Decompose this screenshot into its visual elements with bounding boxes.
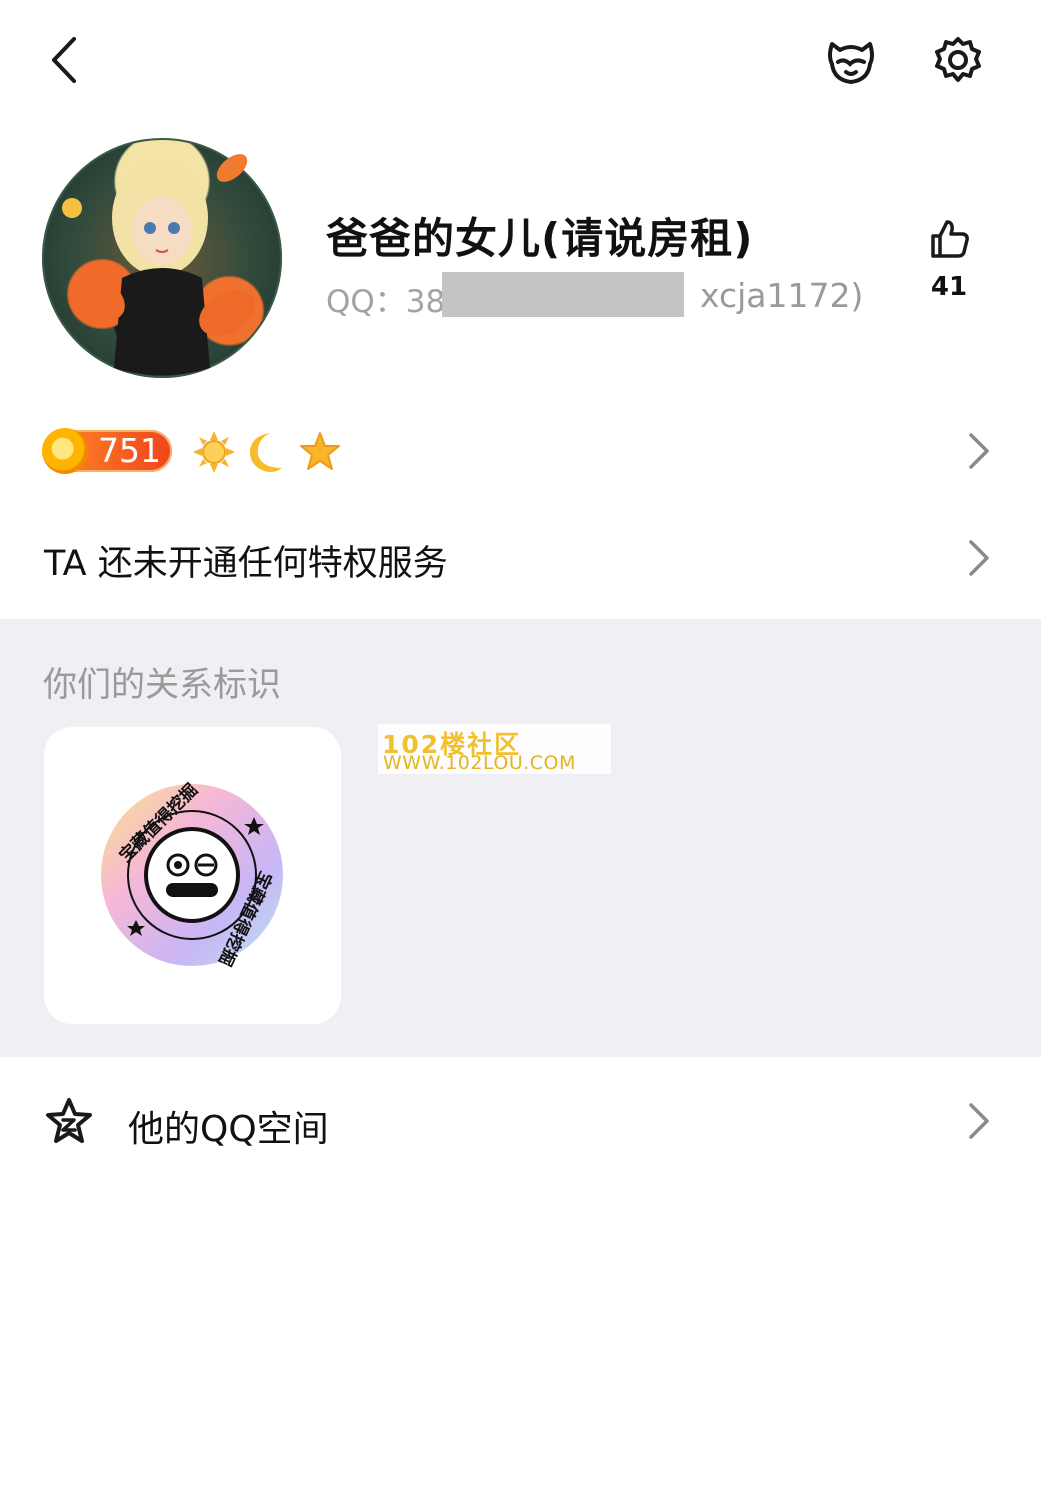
star-icon <box>300 432 340 470</box>
qq-number-suffix: xcja1172) <box>700 276 864 315</box>
avatar[interactable] <box>42 138 282 378</box>
thumbs-up-icon <box>931 220 969 258</box>
chevron-right-icon <box>969 1103 989 1139</box>
qq-number-label: QQ：38 <box>326 284 446 320</box>
pet-face-icon <box>828 42 874 84</box>
watermark-url: WWW.102LOU.COM <box>383 752 576 774</box>
pet-button[interactable] <box>822 32 880 88</box>
relation-section-title: 你们的关系标识 <box>43 665 281 705</box>
nickname: 爸爸的女儿(请说房租) <box>326 214 754 263</box>
back-button[interactable] <box>36 30 92 90</box>
sun-icon <box>193 431 235 473</box>
qzone-star-icon <box>46 1098 92 1143</box>
relation-badge-card[interactable]: 宝藏值得挖掘 宝藏值得挖掘 <box>44 727 341 1024</box>
chevron-right-icon <box>969 433 989 469</box>
settings-button[interactable] <box>930 32 986 88</box>
qq-number-redaction <box>442 272 684 317</box>
chevron-right-icon <box>969 540 989 576</box>
gear-icon <box>935 37 981 82</box>
level-value: 751 <box>98 431 161 470</box>
moon-icon <box>249 433 282 472</box>
like-count: 41 <box>930 272 968 302</box>
treasure-badge-icon <box>101 784 283 966</box>
avatar-decoration <box>42 138 282 378</box>
chevron-left-icon <box>52 37 76 83</box>
qzone-label: 他的QQ空间 <box>128 1109 329 1150</box>
level-coin-icon <box>42 428 88 474</box>
like-button[interactable] <box>925 214 975 264</box>
privilege-text: TA 还未开通任何特权服务 <box>44 544 448 584</box>
